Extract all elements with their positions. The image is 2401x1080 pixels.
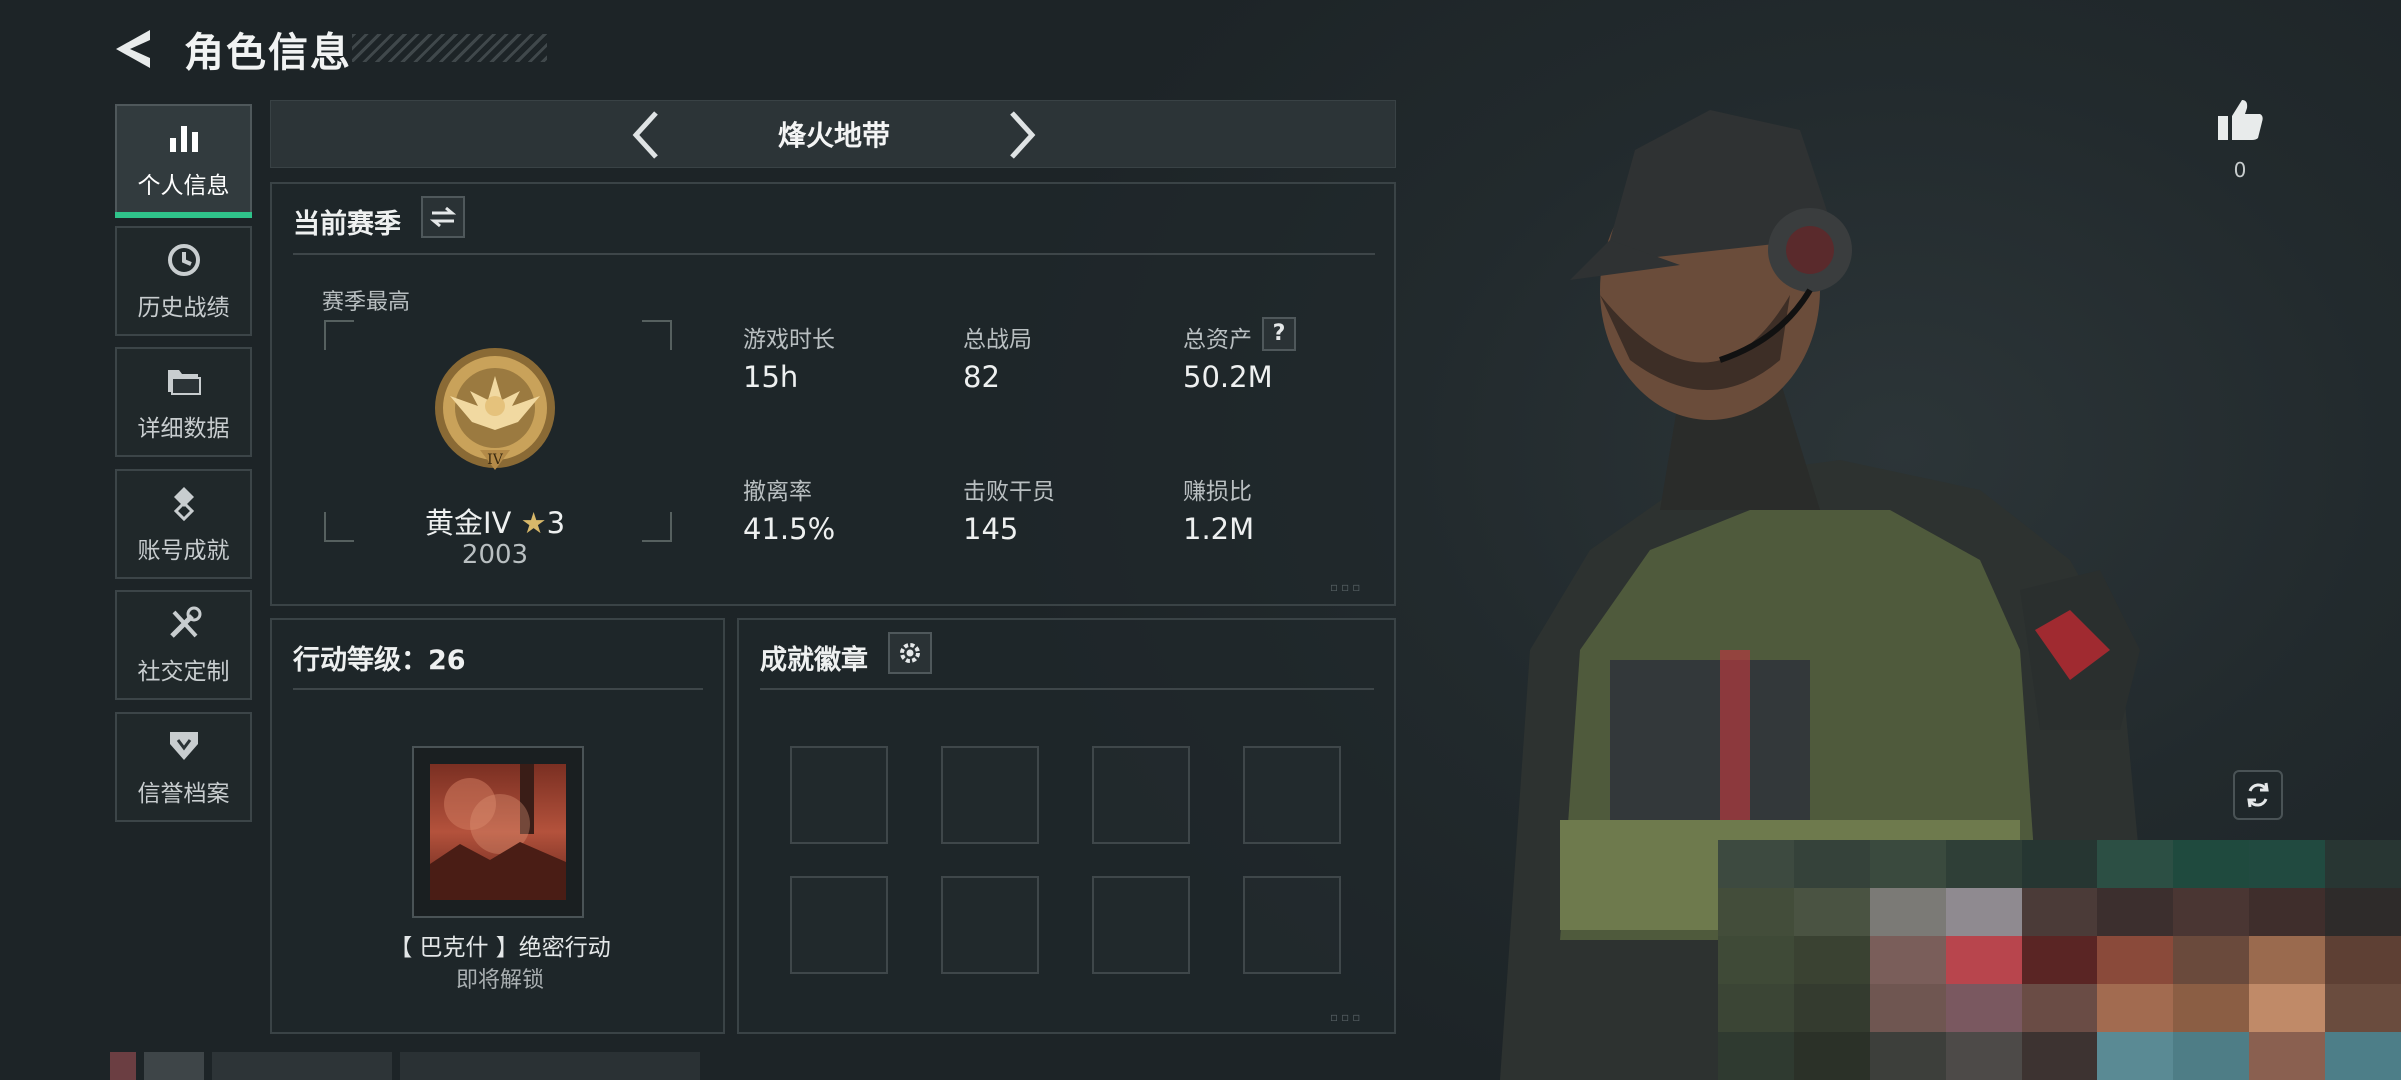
censored-footer-text xyxy=(110,1052,750,1080)
rotate-character-button[interactable] xyxy=(2233,770,2283,820)
badge-slot[interactable] xyxy=(1092,746,1190,844)
like-count: 0 xyxy=(2233,158,2247,182)
clock-history-icon xyxy=(167,244,200,276)
sidebar-item-label: 社交定制 xyxy=(137,659,230,685)
rank-stars: 3 xyxy=(546,506,566,540)
stat-value: 1.2M xyxy=(1183,512,1255,546)
panel-corner-marks: ▫▫▫ xyxy=(1330,580,1364,594)
stat-label: 总资产 xyxy=(1183,327,1252,353)
sidebar-item-history[interactable]: 历史战绩 xyxy=(115,226,252,336)
page-title: 角色信息 xyxy=(184,30,352,76)
stat-value: 15h xyxy=(743,360,799,394)
sidebar-item-credit-record[interactable]: 信誉档案 xyxy=(115,712,252,822)
swap-arrows-icon xyxy=(430,206,456,228)
bar-chart-icon xyxy=(169,126,198,152)
thumbs-up-icon[interactable] xyxy=(2214,96,2266,144)
achievements-settings-button[interactable] xyxy=(888,632,932,674)
action-level-divider xyxy=(293,688,703,690)
folder-icon xyxy=(167,370,201,395)
operation-thumbnail-image xyxy=(430,764,566,900)
gear-icon xyxy=(900,643,920,663)
season-best-label: 赛季最高 xyxy=(322,290,411,315)
stat-label: 总战局 xyxy=(963,327,1032,353)
badge-slot[interactable] xyxy=(790,746,888,844)
rank-name: 黄金IV xyxy=(424,506,512,540)
stat-value: 50.2M xyxy=(1183,360,1273,394)
sidebar-item-label: 个人信息 xyxy=(137,173,230,199)
gold-rank-emblem-icon: IV xyxy=(435,348,555,470)
rank-line: 黄金IV ★3 xyxy=(380,500,610,542)
operation-title: 【 巴克什 】绝密行动 xyxy=(389,935,611,961)
back-arrow-icon[interactable] xyxy=(112,26,162,72)
sidebar-item-label: 历史战绩 xyxy=(137,295,230,321)
stat-label: 游戏时长 xyxy=(743,327,835,353)
operation-status: 即将解锁 xyxy=(455,968,544,993)
sidebar-item-label: 账号成就 xyxy=(137,538,230,564)
stat-label: 撤离率 xyxy=(743,479,812,505)
frame-corner xyxy=(324,512,354,542)
sidebar-item-achievements[interactable]: 账号成就 xyxy=(115,469,252,579)
stat-value: 82 xyxy=(963,360,1000,394)
chevron-right-icon[interactable] xyxy=(996,108,1046,162)
stat-label: 赚损比 xyxy=(1183,479,1252,505)
achievements-title: 成就徽章 xyxy=(760,645,868,676)
operation-card[interactable] xyxy=(412,746,584,918)
badge-slot[interactable] xyxy=(1243,876,1341,974)
badge-slot[interactable] xyxy=(790,876,888,974)
sidebar-item-detail-data[interactable]: 详细数据 xyxy=(115,347,252,457)
swap-season-button[interactable] xyxy=(421,196,465,238)
sidebar-item-personal-info[interactable]: 个人信息 xyxy=(115,104,252,218)
mode-title: 烽火地带 xyxy=(777,119,890,152)
rank-score: 2003 xyxy=(461,540,529,570)
badge-slot[interactable] xyxy=(941,746,1039,844)
badge-slot[interactable] xyxy=(941,876,1039,974)
stat-value: 145 xyxy=(963,512,1019,546)
season-panel-title: 当前赛季 xyxy=(293,209,401,240)
svg-text:IV: IV xyxy=(487,452,504,468)
achievement-medal-icon xyxy=(173,487,194,522)
sidebar-item-label: 详细数据 xyxy=(137,416,230,442)
frame-corner xyxy=(642,512,672,542)
wrench-tools-icon xyxy=(169,606,201,638)
stat-label: 击败干员 xyxy=(963,479,1055,505)
badge-slot[interactable] xyxy=(1243,746,1341,844)
action-level-title: 行动等级：26 xyxy=(293,645,466,676)
chevron-left-icon[interactable] xyxy=(622,108,672,162)
rotate-icon xyxy=(2247,782,2269,808)
frame-corner xyxy=(642,320,672,350)
shield-credit-icon xyxy=(169,732,198,760)
frame-corner xyxy=(324,320,354,350)
season-divider xyxy=(293,253,1375,255)
censored-mosaic xyxy=(1718,840,2401,1080)
badge-slot[interactable] xyxy=(1092,876,1190,974)
sidebar-item-label: 信誉档案 xyxy=(137,781,230,807)
title-decoration xyxy=(352,34,547,62)
star-icon: ★ xyxy=(520,506,547,540)
panel-corner-marks: ▫▫▫ xyxy=(1330,1010,1364,1024)
achievements-divider xyxy=(760,688,1374,690)
total-assets-help-button[interactable]: ? xyxy=(1262,317,1296,351)
sidebar-item-social-custom[interactable]: 社交定制 xyxy=(115,590,252,700)
stat-value: 41.5% xyxy=(743,512,836,546)
